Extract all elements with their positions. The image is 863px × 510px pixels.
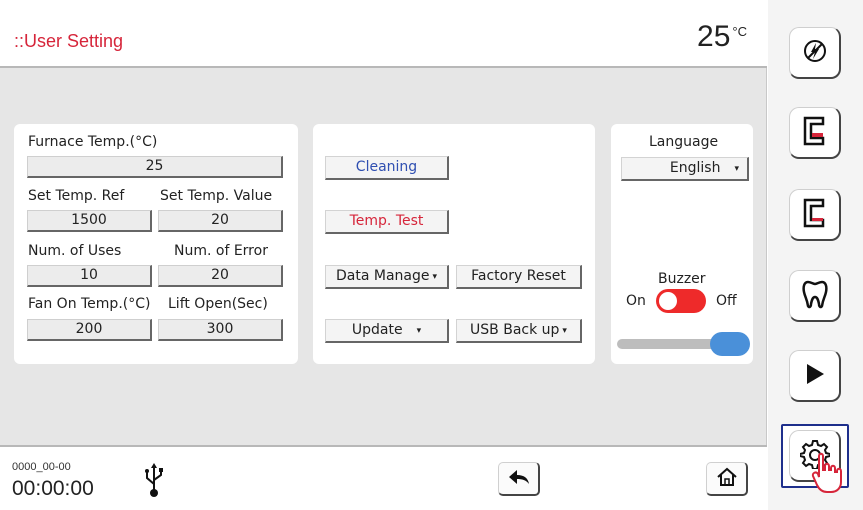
num-uses-label: Num. of Uses: [28, 243, 122, 259]
page-title: ::User Setting: [14, 31, 124, 51]
sidebar-item-play[interactable]: [789, 350, 841, 402]
factory-reset-button[interactable]: Factory Reset: [456, 265, 582, 289]
lift-open-field[interactable]: 300: [158, 319, 283, 341]
update-dropdown[interactable]: Update ▾: [325, 319, 449, 343]
tooth-icon: [801, 279, 828, 313]
caret-down-icon: ▾: [416, 326, 422, 336]
home-button[interactable]: [706, 462, 748, 496]
back-arrow-icon: [507, 468, 531, 490]
caret-down-icon: ▾: [432, 272, 438, 282]
caret-down-icon: ▾: [562, 326, 567, 336]
cleaning-button[interactable]: Cleaning: [325, 156, 449, 180]
set-temp-ref-label: Set Temp. Ref: [28, 188, 125, 204]
buzzer-off-label: Off: [716, 293, 737, 309]
buzzer-toggle[interactable]: [656, 289, 706, 313]
buzzer-on-label: On: [626, 293, 646, 309]
sidebar-item-power[interactable]: [789, 27, 841, 79]
sidebar-item-tooth[interactable]: [789, 270, 841, 322]
fan-on-temp-label: Fan On Temp.(°C): [28, 296, 151, 312]
fan-on-temp-field[interactable]: 200: [27, 319, 152, 341]
temperature-value: 25: [697, 20, 731, 53]
temperature-readout: 25 °C: [697, 20, 747, 54]
time-display: 00:00:00: [12, 477, 94, 500]
back-button[interactable]: [498, 462, 540, 496]
header-bar: ::User Setting 25 °C: [0, 0, 767, 68]
usb-backup-dropdown[interactable]: USB Back up ▾: [456, 319, 582, 343]
sidebar-item-settings[interactable]: [781, 424, 849, 493]
num-error-label: Num. of Error: [174, 243, 268, 259]
home-icon: [716, 466, 738, 492]
sidebar-item-furnace-2[interactable]: [789, 189, 841, 241]
sidebar-item-furnace-1[interactable]: [789, 107, 841, 159]
furnace-icon: [802, 116, 828, 150]
num-uses-field[interactable]: 10: [27, 265, 152, 287]
temperature-unit: °C: [732, 24, 747, 39]
language-label: Language: [649, 134, 719, 150]
usb-backup-label: USB Back up: [470, 322, 560, 338]
update-label: Update: [351, 322, 403, 338]
play-icon: [804, 362, 826, 390]
furnace-icon: [802, 198, 828, 232]
caret-down-icon: ▾: [734, 164, 739, 174]
data-manage-dropdown[interactable]: Data Manage ▾: [325, 265, 449, 289]
language-value: English: [669, 160, 721, 176]
set-temp-ref-field[interactable]: 1500: [27, 210, 152, 232]
temp-test-button[interactable]: Temp. Test: [325, 210, 449, 234]
sidebar: [768, 0, 863, 510]
footer-bar: 0000_00-00 00:00:00: [0, 445, 767, 510]
data-manage-label: Data Manage: [335, 268, 430, 284]
furnace-temp-field[interactable]: 25: [27, 156, 283, 178]
set-temp-value-field[interactable]: 20: [158, 210, 283, 232]
buzzer-label: Buzzer: [658, 271, 706, 287]
toggle-knob: [659, 292, 677, 310]
usb-icon: [143, 463, 165, 501]
pointer-hand-icon: [811, 452, 845, 498]
date-display: 0000_00-00: [12, 461, 71, 473]
language-dropdown[interactable]: English ▾: [621, 157, 749, 181]
furnace-temp-label: Furnace Temp.(°C): [28, 134, 158, 150]
num-error-field[interactable]: 20: [158, 265, 283, 287]
main-area: ::User Setting 25 °C Furnace Temp.(°C) 25…: [0, 0, 767, 510]
volume-slider-handle[interactable]: [710, 332, 750, 356]
power-disabled-icon: [802, 38, 828, 68]
set-temp-value-label: Set Temp. Value: [160, 188, 273, 204]
lift-open-label: Lift Open(Sec): [168, 296, 268, 312]
